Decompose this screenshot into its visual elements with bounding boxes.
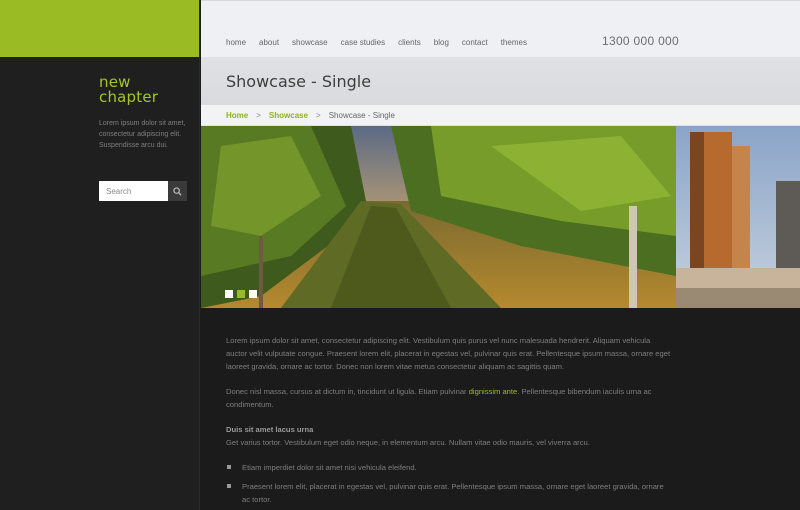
nav-about[interactable]: about [259,38,279,47]
slider-dot[interactable] [225,290,233,298]
paragraph-2: Donec nisl massa, cursus at dictum in, t… [226,385,671,411]
page-title: Showcase - Single [226,72,372,91]
breadcrumb-separator: > [256,110,261,120]
nav-home[interactable]: home [226,38,246,47]
breadcrumb-separator: > [316,110,321,120]
vineyard-image [201,126,676,308]
list-item: Praesent lorem elit, placerat in egestas… [226,480,671,506]
paragraph-3-heading: Duis sit amet lacus urna [226,425,314,434]
main-nav: home about showcase case studies clients… [226,38,540,47]
building-image [676,126,800,308]
search-icon [173,186,182,196]
nav-blog[interactable]: blog [434,38,449,47]
header: home about showcase case studies clients… [201,0,800,57]
tagline: Lorem ipsum dolor sit amet, consectetur … [99,120,186,149]
title-band: Showcase - Single [201,57,800,105]
nav-showcase[interactable]: showcase [292,38,328,47]
slider-dot[interactable] [249,290,257,298]
breadcrumb-showcase[interactable]: Showcase [269,111,308,120]
paragraph-3: Duis sit amet lacus urna Get varius torto… [226,423,671,449]
breadcrumb: Home > Showcase > Showcase - Single [201,105,800,126]
nav-contact[interactable]: contact [462,38,488,47]
phone-number: 1300 000 000 [602,34,680,48]
nav-case-studies[interactable]: case studies [341,38,385,47]
logo-line-2: chapter [99,88,159,106]
nav-themes[interactable]: themes [501,38,527,47]
paragraph-1: Lorem ipsum dolor sit amet, consectetur … [226,336,671,371]
paragraph-2-text: Donec nisl massa, cursus at dictum in, t… [226,387,469,396]
search-input[interactable] [99,181,168,201]
main-content: Lorem ipsum dolor sit amet, consectetur … [201,308,800,510]
dignissim-ante-link[interactable]: dignissim ante [469,387,518,396]
breadcrumb-home[interactable]: Home [226,111,248,120]
list-item: Etiam imperdiet dolor sit amet nisi vehi… [226,461,671,474]
paragraph-3-text: Get varius tortor. Vestibulum eget odio … [226,438,590,447]
search-form [99,181,187,201]
logo[interactable]: new chapter [99,75,158,105]
search-button[interactable] [168,181,187,201]
slider-dots [225,290,261,298]
slider-dot-active[interactable] [237,290,245,298]
image-slider[interactable] [201,126,800,308]
breadcrumb-current: Showcase - Single [328,110,395,120]
nav-clients[interactable]: clients [398,38,421,47]
sidebar-accent-bar [0,0,199,57]
bullet-list: Etiam imperdiet dolor sit amet nisi vehi… [226,461,671,510]
